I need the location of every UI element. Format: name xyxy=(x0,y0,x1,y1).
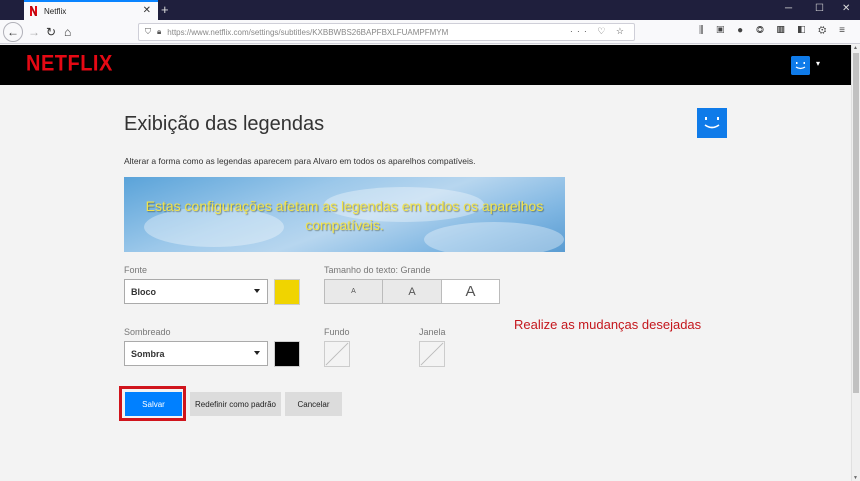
toolbar-extension-icons[interactable]: ⫼ ▣ ● ◎ ▥ ◧ ⚙ ≡ xyxy=(699,25,850,36)
address-bar[interactable]: ⛉ 🔒︎ https://www.netflix.com/settings/su… xyxy=(138,23,635,41)
url-text[interactable]: https://www.netflix.com/settings/subtitl… xyxy=(167,28,448,37)
save-button[interactable]: Salvar xyxy=(125,392,182,416)
back-arrow-icon[interactable]: ← xyxy=(3,22,23,42)
reload-icon[interactable]: ↻ xyxy=(46,24,56,40)
netflix-header: NETFLIX ▾ xyxy=(0,45,851,85)
text-size-selector: A A A xyxy=(324,279,500,304)
font-label: Fonte xyxy=(124,265,148,275)
home-icon[interactable]: ⌂ xyxy=(64,24,71,40)
window-label: Janela xyxy=(419,327,446,337)
shadow-label: Sombreado xyxy=(124,327,171,337)
text-size-medium-button[interactable]: A xyxy=(383,279,442,304)
subtitle-preview: Estas configurações afetam as legendas e… xyxy=(124,177,565,252)
page-scrollbar[interactable]: ▲ ▼ xyxy=(851,45,860,481)
close-window-button[interactable]: ✕ xyxy=(842,3,850,14)
font-color-swatch[interactable] xyxy=(274,279,300,305)
text-size-small-button[interactable]: A xyxy=(324,279,383,304)
reset-default-button[interactable]: Redefinir como padrão xyxy=(190,392,281,416)
netflix-favicon-icon xyxy=(30,6,37,16)
font-select-value: Bloco xyxy=(131,286,157,297)
chevron-down-icon xyxy=(254,351,260,355)
preview-subtitle-text: Estas configurações afetam as legendas e… xyxy=(145,198,544,233)
page-title: Exibição das legendas xyxy=(124,113,325,135)
background-color-swatch[interactable] xyxy=(324,341,350,367)
shadow-color-swatch[interactable] xyxy=(274,341,300,367)
tab-close-icon[interactable]: ✕ xyxy=(143,5,151,16)
scroll-down-icon[interactable]: ▼ xyxy=(853,475,858,481)
browser-titlebar: Netflix ✕ + ─ ☐ ✕ xyxy=(0,0,860,20)
background-label: Fundo xyxy=(324,327,350,337)
scroll-up-icon[interactable]: ▲ xyxy=(853,45,858,51)
text-size-large-button[interactable]: A xyxy=(442,279,500,304)
scroll-thumb[interactable] xyxy=(853,53,859,393)
page-description: Alterar a forma como as legendas aparece… xyxy=(124,156,476,166)
cancel-button[interactable]: Cancelar xyxy=(285,392,342,416)
maximize-button[interactable]: ☐ xyxy=(815,3,824,14)
text-size-label: Tamanho do texto: Grande xyxy=(324,265,431,275)
shadow-select-value: Sombra xyxy=(131,348,165,359)
font-select[interactable]: Bloco xyxy=(124,279,268,304)
profile-avatar-icon[interactable] xyxy=(791,56,810,75)
browser-toolbar: ← → ↻ ⌂ ⛉ 🔒︎ https://www.netflix.com/set… xyxy=(0,20,860,44)
instruction-annotation: Realize as mudanças desejadas xyxy=(514,317,702,332)
tab-title: Netflix xyxy=(44,6,67,16)
lock-icon[interactable]: 🔒︎ xyxy=(157,27,161,37)
shadow-select[interactable]: Sombra xyxy=(124,341,268,366)
tab-netflix[interactable]: Netflix ✕ xyxy=(24,0,158,20)
minimize-button[interactable]: ─ xyxy=(785,3,792,14)
profile-dropdown-caret-icon[interactable]: ▾ xyxy=(816,59,820,68)
netflix-logo[interactable]: NETFLIX xyxy=(26,52,113,77)
chevron-down-icon xyxy=(254,289,260,293)
new-tab-button[interactable]: + xyxy=(161,2,169,17)
shield-icon[interactable]: ⛉ xyxy=(145,27,151,37)
window-color-swatch[interactable] xyxy=(419,341,445,367)
profile-avatar-large-icon xyxy=(697,108,727,138)
forward-arrow-icon[interactable]: → xyxy=(28,24,40,40)
page-actions-icons[interactable]: ··· ♡ ☆ xyxy=(570,26,628,37)
